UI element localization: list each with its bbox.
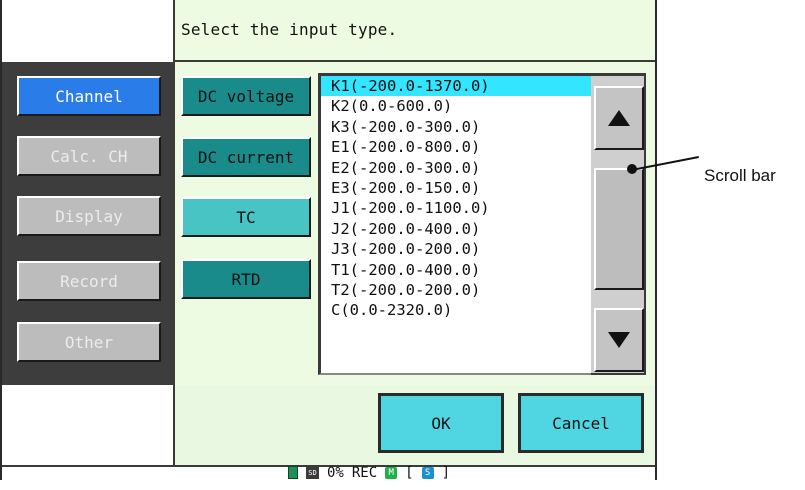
dc-current-label: DC current xyxy=(197,147,295,167)
list-item[interactable]: E2(-200.0-300.0) xyxy=(321,158,591,178)
nav-channel-button[interactable]: Channel xyxy=(17,76,161,116)
rtd-label: RTD xyxy=(231,269,261,289)
nav-record-button[interactable]: Record xyxy=(17,261,161,301)
status-bar: SD 0% REC M [ S ] xyxy=(2,464,655,481)
ok-label: OK xyxy=(431,413,451,433)
title-bar: Select the input type. xyxy=(175,0,655,62)
tc-label: TC xyxy=(236,207,256,227)
dc-voltage-button[interactable]: DC voltage xyxy=(181,76,311,116)
list-item[interactable]: J1(-200.0-1100.0) xyxy=(321,198,591,218)
bracket-close: ] xyxy=(441,464,451,481)
tc-button[interactable]: TC xyxy=(181,197,311,237)
m-icon: M xyxy=(385,466,398,479)
nav-record-label: Record xyxy=(60,271,118,291)
dc-voltage-label: DC voltage xyxy=(197,86,295,106)
bracket-open: [ xyxy=(405,464,414,481)
scroll-bar-callout: Scroll bar xyxy=(704,166,776,185)
down-triangle-icon xyxy=(608,332,630,348)
list-item[interactable]: T1(-200.0-400.0) xyxy=(321,260,591,280)
dc-current-button[interactable]: DC current xyxy=(181,137,311,177)
scroll-up-button[interactable] xyxy=(594,86,644,150)
battery-icon xyxy=(288,466,298,479)
rtd-button[interactable]: RTD xyxy=(181,259,311,299)
thermocouple-range-list[interactable]: K1(-200.0-1370.0) K2(0.0-600.0) K3(-200.0-… xyxy=(318,73,593,375)
up-triangle-icon xyxy=(608,110,630,126)
list-item[interactable]: E3(-200.0-150.0) xyxy=(321,178,591,198)
nav-display-button[interactable]: Display xyxy=(17,196,161,236)
ok-button[interactable]: OK xyxy=(378,393,504,453)
list-item[interactable]: J3(-200.0-200.0) xyxy=(321,239,591,259)
cancel-button[interactable]: Cancel xyxy=(518,393,644,453)
memory-percent: 0% xyxy=(327,464,344,481)
rec-label: REC xyxy=(351,464,378,481)
nav-channel-label: Channel xyxy=(55,86,123,106)
sd-card-icon: SD xyxy=(306,466,319,479)
nav-other-label: Other xyxy=(64,332,114,352)
list-item[interactable]: E1(-200.0-800.0) xyxy=(321,137,591,157)
nav-calc-ch-label: Calc. CH xyxy=(50,146,128,166)
status-indicators: SD 0% REC M [ S ] xyxy=(288,464,451,481)
nav-calc-ch-button[interactable]: Calc. CH xyxy=(17,136,161,176)
list-item[interactable]: K3(-200.0-300.0) xyxy=(321,117,591,137)
list-item[interactable]: T2(-200.0-200.0) xyxy=(321,280,591,300)
scroll-thumb[interactable] xyxy=(594,168,644,290)
list-item[interactable]: J2(-200.0-400.0) xyxy=(321,219,591,239)
list-item[interactable]: C(0.0-2320.0) xyxy=(321,300,591,320)
s-icon: S xyxy=(421,466,434,479)
nav-display-label: Display xyxy=(55,206,123,226)
list-item[interactable]: K1(-200.0-1370.0) xyxy=(321,76,591,97)
scroll-down-button[interactable] xyxy=(594,308,644,372)
nav-other-button[interactable]: Other xyxy=(17,322,161,362)
list-item[interactable]: K2(0.0-600.0) xyxy=(321,96,591,116)
cancel-label: Cancel xyxy=(552,413,610,433)
recorder-screen: Select the input type. Channel Calc. CH … xyxy=(0,0,657,481)
page-title: Select the input type. xyxy=(181,20,398,39)
